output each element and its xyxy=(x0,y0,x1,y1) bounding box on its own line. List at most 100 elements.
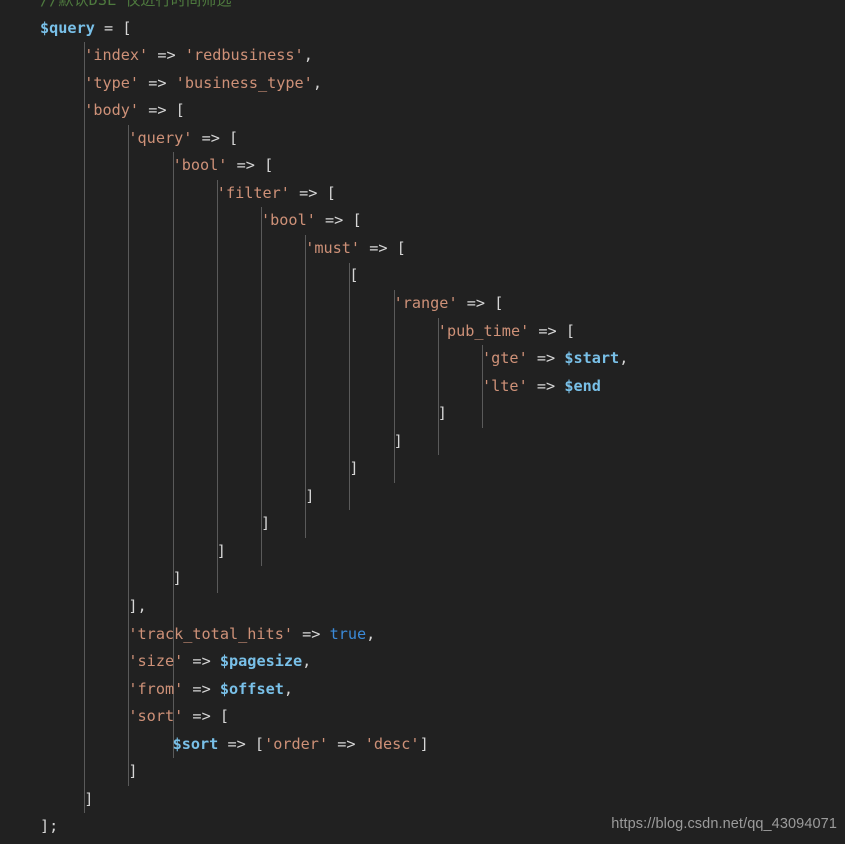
token-bracket: [ xyxy=(254,734,265,753)
token-op: => xyxy=(369,238,388,257)
token-comment: //默认DSL 仅进行时间筛选 xyxy=(40,0,232,9)
token-bracket: ] xyxy=(216,541,226,560)
token-str: 'business_type' xyxy=(175,73,313,92)
token-str: 'query' xyxy=(128,128,193,147)
token-str: 'desc' xyxy=(364,734,420,753)
token-bracket: [ xyxy=(494,294,504,313)
token-var: $offset xyxy=(219,679,284,698)
token-bracket: ] xyxy=(128,597,138,616)
code-line[interactable]: //默认DSL 仅进行时间筛选 xyxy=(0,0,845,15)
token-op: => xyxy=(148,101,167,120)
token-str: 'range' xyxy=(393,294,458,313)
token-punct: , xyxy=(619,349,629,368)
token-str: 'redbusiness' xyxy=(184,46,304,65)
code-line[interactable]: 'bool' => [ xyxy=(0,152,845,180)
watermark-url: https://blog.csdn.net/qq_43094071 xyxy=(611,816,837,832)
token-var: $pagesize xyxy=(219,652,303,671)
token-bracket: [ xyxy=(229,128,239,147)
code-line[interactable]: 'from' => $offset, xyxy=(0,676,845,704)
token-str: 'bool' xyxy=(172,156,228,175)
code-editor-pane[interactable]: //默认DSL 仅进行时间筛选 $query = ['index' => 'red… xyxy=(0,0,845,844)
token-bracket: ] xyxy=(349,459,359,478)
code-line[interactable]: 'track_total_hits' => true, xyxy=(0,621,845,649)
code-line[interactable]: 'filter' => [ xyxy=(0,180,845,208)
token-punct: , xyxy=(283,679,294,698)
code-line[interactable]: ] xyxy=(0,400,845,428)
token-punct: , xyxy=(303,46,313,65)
token-str: 'bool' xyxy=(261,211,316,230)
token-str: 'order' xyxy=(264,734,329,753)
code-line[interactable]: ] xyxy=(0,538,845,566)
code-line[interactable]: ] xyxy=(0,510,845,538)
code-line[interactable]: ] xyxy=(0,428,845,456)
code-line[interactable]: 'gte' => $start, xyxy=(0,345,845,373)
code-line[interactable]: 'must' => [ xyxy=(0,235,845,263)
token-var: $end xyxy=(564,376,601,395)
token-str: 'must' xyxy=(305,238,361,257)
code-line[interactable]: ] xyxy=(0,565,845,593)
token-str: 'pub_time' xyxy=(437,321,530,340)
token-op: => xyxy=(227,734,246,753)
code-line[interactable]: 'bool' => [ xyxy=(0,207,845,235)
token-op: => xyxy=(299,183,318,202)
token-op: => xyxy=(148,73,167,92)
token-bracket: [ xyxy=(122,18,132,37)
code-line[interactable]: ] xyxy=(0,786,845,814)
code-line[interactable]: 'sort' => [ xyxy=(0,703,845,731)
code-line[interactable]: ], xyxy=(0,593,845,621)
token-op: => xyxy=(157,46,176,65)
code-line[interactable]: $sort => ['order' => 'desc'] xyxy=(0,731,845,759)
code-line[interactable]: 'type' => 'business_type', xyxy=(0,70,845,98)
token-str: 'track_total_hits' xyxy=(128,624,293,643)
token-bracket: [ xyxy=(264,156,274,175)
code-line[interactable]: 'pub_time' => [ xyxy=(0,318,845,346)
token-str: 'sort' xyxy=(128,707,184,726)
code-line[interactable]: ] xyxy=(0,758,845,786)
code-line[interactable]: 'index' => 'redbusiness', xyxy=(0,42,845,70)
token-op: => xyxy=(201,128,220,147)
code-line[interactable]: ] xyxy=(0,483,845,511)
code-line[interactable]: $query = [ xyxy=(0,15,845,43)
token-var: $query xyxy=(40,18,95,37)
token-str: 'size' xyxy=(128,652,184,671)
token-op: => xyxy=(236,156,255,175)
code-line[interactable]: 'size' => $pagesize, xyxy=(0,648,845,676)
code-line[interactable]: 'range' => [ xyxy=(0,290,845,318)
code-line[interactable]: ] xyxy=(0,455,845,483)
token-str: 'filter' xyxy=(216,183,290,202)
token-bracket: [ xyxy=(326,183,336,202)
token-bracket: [ xyxy=(565,321,575,340)
token-var: $sort xyxy=(172,734,219,753)
code-line[interactable]: 'query' => [ xyxy=(0,125,845,153)
token-op: => xyxy=(192,652,211,671)
code-content[interactable]: //默认DSL 仅进行时间筛选 $query = ['index' => 'red… xyxy=(0,0,845,841)
token-punct: , xyxy=(366,624,376,643)
code-line[interactable]: [ xyxy=(0,262,845,290)
token-str: 'from' xyxy=(128,679,184,698)
token-op: => xyxy=(536,376,556,395)
code-line[interactable]: 'body' => [ xyxy=(0,97,845,125)
token-str: 'index' xyxy=(84,46,149,65)
token-bracket: ] xyxy=(172,569,182,588)
token-op: => xyxy=(536,349,556,368)
code-line[interactable]: 'lte' => $end xyxy=(0,373,845,401)
token-var: $start xyxy=(564,349,620,368)
